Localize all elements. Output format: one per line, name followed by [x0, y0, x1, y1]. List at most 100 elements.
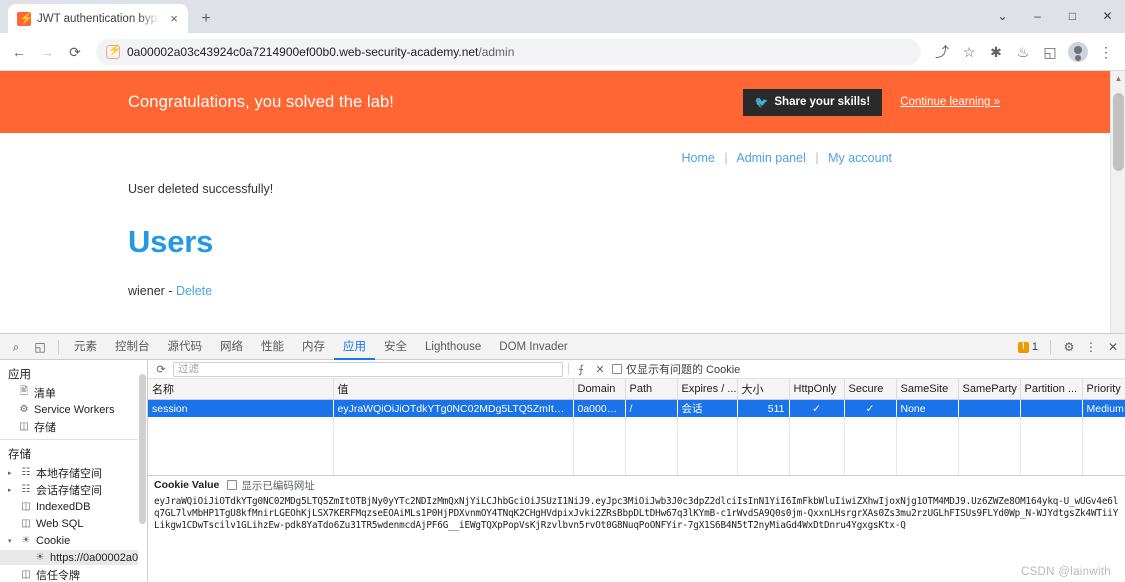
- chevron-right-icon[interactable]: ▸: [8, 469, 16, 477]
- url-host: 0a00002a03c43924c0a7214900ef00b0.web-sec…: [127, 44, 479, 59]
- chevron-down-icon[interactable]: ▾: [8, 537, 16, 545]
- banner-message: Congratulations, you solved the lab!: [128, 92, 394, 111]
- bookmark-star-icon[interactable]: ☆: [956, 39, 982, 65]
- cookie-icon: ☀: [21, 535, 31, 546]
- close-icon[interactable]: ×: [166, 11, 182, 27]
- tab-sources[interactable]: 源代码: [159, 334, 212, 360]
- show-url-decoded-checkbox[interactable]: 显示已编码网址: [227, 478, 315, 493]
- refresh-icon[interactable]: ⟳: [154, 363, 168, 376]
- sidebar-item-manifest[interactable]: 🖹 清单: [0, 385, 147, 400]
- scroll-up-arrow-icon[interactable]: ▲: [1111, 71, 1125, 87]
- clear-all-cookies-icon[interactable]: ✕: [593, 363, 607, 376]
- col-priority[interactable]: Priority: [1082, 379, 1125, 400]
- cell-size[interactable]: 511: [737, 399, 790, 417]
- delete-user-link[interactable]: Delete: [176, 284, 212, 298]
- beaker-icon[interactable]: ♨: [1010, 39, 1036, 65]
- sidebar-item-trust-tokens[interactable]: ◫ 信任令牌: [0, 567, 147, 582]
- col-secure[interactable]: Secure: [844, 379, 897, 400]
- tab-console[interactable]: 控制台: [106, 334, 159, 360]
- tab-performance[interactable]: 性能: [252, 334, 293, 360]
- col-samesite[interactable]: SameSite: [896, 379, 959, 400]
- extensions-puzzle-icon[interactable]: ✱: [983, 39, 1009, 65]
- chevron-right-icon[interactable]: ▸: [8, 486, 16, 494]
- col-expires[interactable]: Expires / ...: [677, 379, 738, 400]
- cookie-value-text[interactable]: eyJraWQiOiJiOTdkYTg0NC02MDg5LTQ5ZmItOTBj…: [148, 494, 1125, 534]
- cell-samesite[interactable]: None: [896, 399, 959, 417]
- filter-input[interactable]: [173, 361, 563, 377]
- col-httponly[interactable]: HttpOnly: [789, 379, 845, 400]
- share-your-skills-button[interactable]: 🐦 Share your skills!: [742, 88, 883, 116]
- sidebar-scrollbar[interactable]: [138, 360, 147, 582]
- sidebar-item-web-sql[interactable]: ◫ Web SQL: [0, 516, 147, 531]
- col-domain[interactable]: Domain: [573, 379, 626, 400]
- col-path[interactable]: Path: [625, 379, 678, 400]
- sidebar-item-local-storage[interactable]: ▸ ☷ 本地存储空间: [0, 465, 147, 480]
- cell-path[interactable]: /: [625, 399, 678, 417]
- nav-admin-panel-link[interactable]: Admin panel: [736, 151, 806, 165]
- col-sameparty[interactable]: SameParty: [958, 379, 1021, 400]
- tab-dom-invader[interactable]: DOM Invader: [490, 334, 576, 360]
- sidebar-scrollbar-thumb[interactable]: [139, 374, 146, 524]
- tab-lighthouse[interactable]: Lighthouse: [416, 334, 490, 360]
- cell-sameparty[interactable]: [958, 399, 1021, 417]
- continue-learning-link[interactable]: Continue learning »: [900, 96, 1000, 108]
- forward-icon[interactable]: →: [34, 39, 60, 65]
- nav-home-link[interactable]: Home: [681, 151, 714, 165]
- sidebar-item-storage[interactable]: ◫ 存储: [0, 419, 147, 434]
- col-value[interactable]: 值: [333, 379, 574, 400]
- checkbox-icon[interactable]: [227, 480, 238, 490]
- cell-name[interactable]: session: [148, 399, 334, 417]
- gear-icon: ⚙: [19, 404, 29, 415]
- maximize-button[interactable]: □: [1055, 0, 1090, 33]
- cell-expires[interactable]: 会话: [677, 399, 738, 417]
- chrome-menu-icon[interactable]: ⋮: [1093, 39, 1119, 65]
- browser-tab[interactable]: JWT authentication bypass via ×: [8, 4, 188, 33]
- clear-filtered-cookies-icon[interactable]: ⨍: [574, 363, 588, 376]
- more-options-icon[interactable]: ⋮: [1081, 337, 1101, 357]
- window-close-button[interactable]: ✕: [1090, 0, 1125, 33]
- sidebar-item-cookie-origin[interactable]: ☀ https://0a00002a03c439: [0, 550, 147, 565]
- gear-icon[interactable]: ⚙: [1059, 337, 1079, 357]
- col-partition[interactable]: Partition ...: [1020, 379, 1083, 400]
- share-icon[interactable]: ⤴: [929, 39, 955, 65]
- minimize-button[interactable]: –: [1020, 0, 1055, 33]
- device-toolbar-icon[interactable]: ◱: [28, 335, 52, 359]
- tab-memory[interactable]: 内存: [293, 334, 334, 360]
- cell-value[interactable]: eyJraWQiOiJiOTdkYTg0NC02MDg5LTQ5ZmItOTBj…: [333, 399, 574, 417]
- tab-network[interactable]: 网络: [211, 334, 252, 360]
- cell-secure[interactable]: ✓: [844, 399, 897, 417]
- profile-avatar-icon[interactable]: [1068, 41, 1088, 62]
- only-show-problematic-cookies-checkbox[interactable]: 仅显示有问题的 Cookie: [612, 361, 740, 377]
- devtools-panel: ⌕ ◱ 元素 控制台 源代码 网络 性能 内存 应用 安全 Lighthouse…: [0, 333, 1125, 582]
- table-row[interactable]: session eyJraWQiOiJiOTdkYTg0NC02MDg5LTQ5…: [148, 399, 1125, 417]
- back-icon[interactable]: ←: [6, 39, 32, 65]
- chevron-down-icon[interactable]: ⌄: [985, 0, 1020, 33]
- sidebar-item-service-workers[interactable]: ⚙ Service Workers: [0, 402, 147, 417]
- reload-icon[interactable]: ⟳: [62, 39, 88, 65]
- page-scrollbar[interactable]: ▲: [1110, 71, 1125, 333]
- devtools-close-icon[interactable]: ✕: [1103, 337, 1123, 357]
- cell-priority[interactable]: Medium: [1082, 399, 1125, 417]
- nav-my-account-link[interactable]: My account: [828, 151, 892, 165]
- col-name[interactable]: 名称: [148, 379, 334, 400]
- tab-security[interactable]: 安全: [375, 334, 416, 360]
- sidebar-item-session-storage[interactable]: ▸ ☷ 会话存储空间: [0, 482, 147, 497]
- browser-toolbar: ← → ⟳ 0a00002a03c43924c0a7214900ef00b0.w…: [0, 33, 1125, 71]
- side-panel-icon[interactable]: ◱: [1037, 39, 1063, 65]
- new-tab-button[interactable]: +: [192, 5, 220, 33]
- cookies-table: 名称 值 Domain Path Expires / ... 大小 HttpOn…: [148, 379, 1125, 417]
- sidebar-item-cookie[interactable]: ▾ ☀ Cookie: [0, 533, 147, 548]
- warning-badge[interactable]: 1: [1014, 341, 1042, 353]
- scrollbar-thumb[interactable]: [1113, 93, 1124, 171]
- col-size[interactable]: 大小: [737, 379, 790, 400]
- tab-elements[interactable]: 元素: [65, 334, 106, 360]
- checkbox-icon[interactable]: [612, 364, 622, 374]
- inspect-element-icon[interactable]: ⌕: [4, 335, 28, 359]
- cell-partition[interactable]: [1020, 399, 1083, 417]
- sidebar-item-indexeddb[interactable]: ◫ IndexedDB: [0, 499, 147, 514]
- cell-domain[interactable]: 0a00002a...: [573, 399, 626, 417]
- cell-httponly[interactable]: ✓: [789, 399, 845, 417]
- tab-application[interactable]: 应用: [334, 334, 375, 360]
- url-path: /admin: [478, 44, 515, 59]
- address-bar[interactable]: 0a00002a03c43924c0a7214900ef00b0.web-sec…: [96, 38, 921, 65]
